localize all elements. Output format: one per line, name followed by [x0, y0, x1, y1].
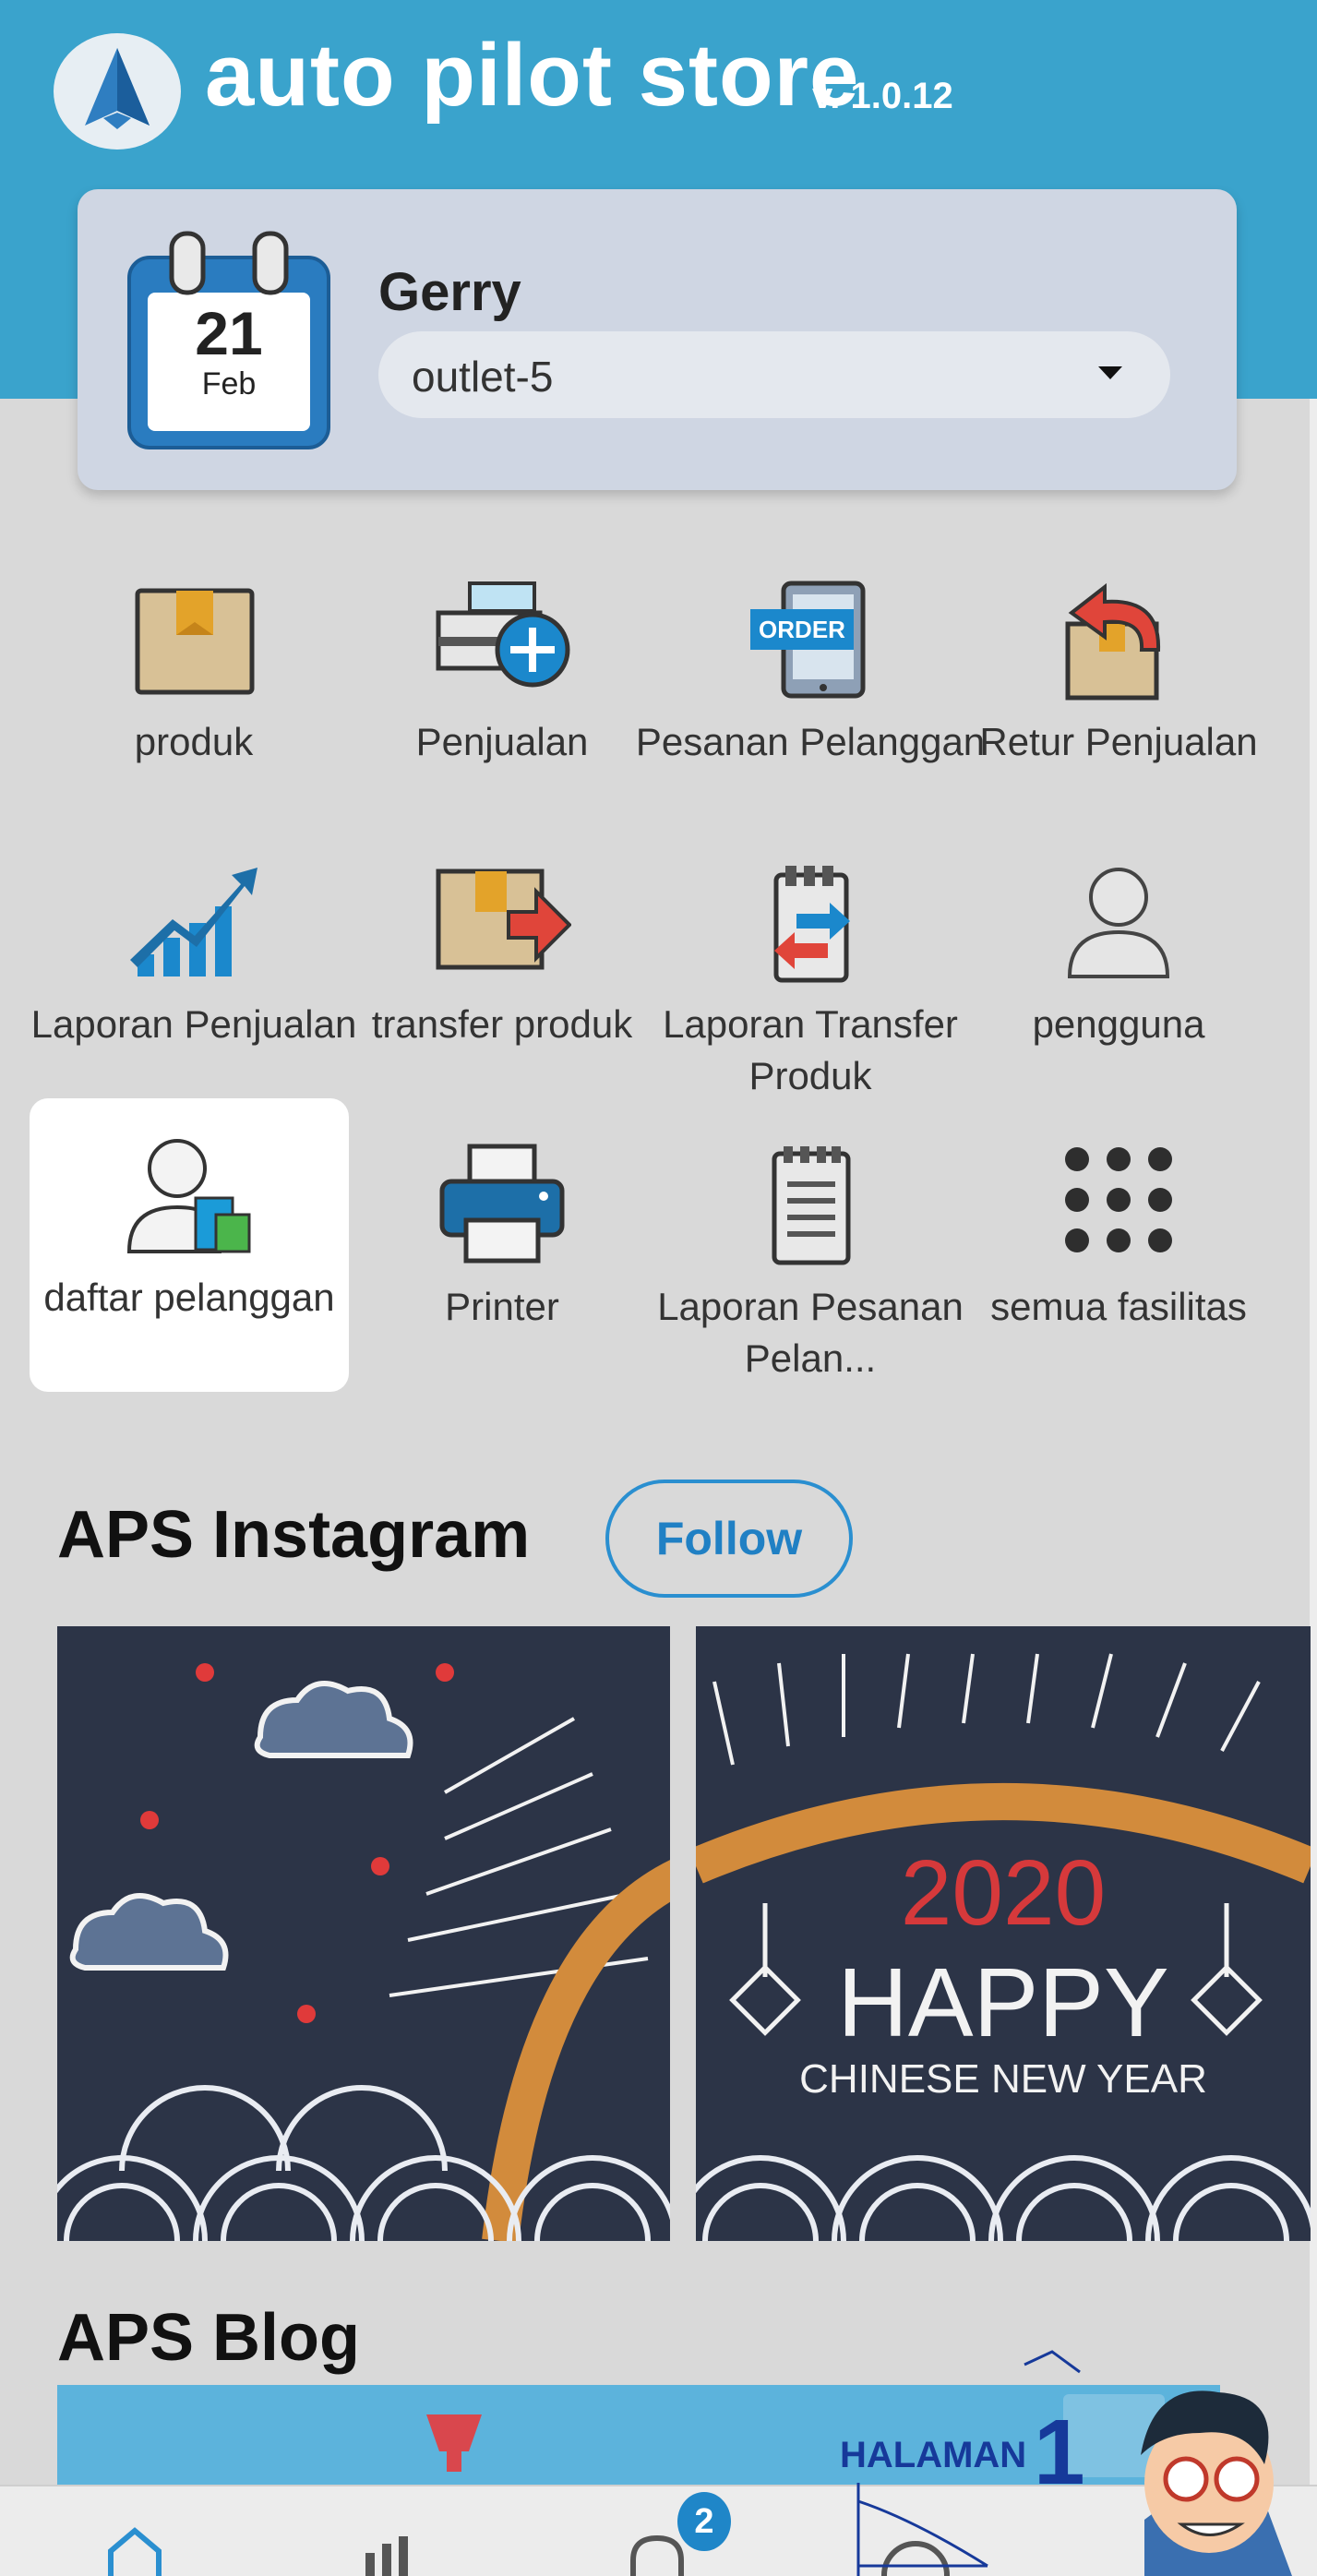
menu-item-transfer-produk[interactable]: transfer produk	[354, 845, 650, 1122]
menu-item-pesanan-pelanggan[interactable]: ORDER Pesanan Pelanggan	[636, 563, 985, 840]
menu-item-laporan-transfer-produk[interactable]: Laporan Transfer Produk	[663, 845, 958, 1122]
menu-item-laporan-penjualan[interactable]: Laporan Penjualan	[31, 845, 356, 1122]
menu-item-label: daftar pelanggan	[43, 1276, 335, 1319]
box-transfer-icon	[433, 858, 572, 984]
scroll-edge	[1310, 399, 1317, 2485]
menu-item-daftar-pelanggan[interactable]: daftar pelanggan	[30, 1098, 349, 1392]
post-year-text: 2020	[900, 1841, 1107, 1945]
user-name: Gerry	[378, 262, 521, 322]
tab-home[interactable]	[83, 2485, 186, 2576]
follow-button[interactable]: Follow	[605, 1480, 853, 1598]
grid-dots-icon	[1049, 1141, 1188, 1266]
tablet-order-icon: ORDER	[741, 576, 880, 701]
watermark-number: 1	[1034, 2401, 1085, 2504]
calendar-day: 21	[195, 299, 263, 367]
cash-register-add-icon	[433, 576, 571, 701]
printer-icon	[433, 1141, 571, 1266]
post-subline-text: CHINESE NEW YEAR	[799, 2056, 1207, 2102]
svg-text:ORDER: ORDER	[759, 616, 845, 643]
menu-item-label: Pesanan Pelanggan	[635, 720, 986, 763]
outlet-selected-value: outlet-5	[412, 353, 554, 401]
blog-section-title: APS Blog	[57, 2301, 361, 2375]
menu-item-label: Laporan Pesanan Pelan...	[657, 1285, 964, 1380]
calendar-month: Feb	[201, 366, 257, 401]
menu-item-printer[interactable]: Printer	[354, 1128, 650, 1405]
box-return-icon	[1049, 576, 1188, 701]
customer-shopping-icon	[120, 1133, 258, 1259]
menu-item-label: produk	[134, 720, 254, 763]
watermark-text: HALAMAN	[840, 2435, 1027, 2475]
app-logo-icon	[54, 33, 181, 150]
user-icon	[1049, 858, 1188, 984]
menu-item-penjualan[interactable]: Penjualan	[354, 563, 650, 840]
outlet-select[interactable]: outlet-5	[378, 331, 1170, 418]
menu-item-label: Laporan Penjualan	[30, 1002, 357, 1046]
tab-report[interactable]	[336, 2485, 439, 2576]
menu-item-label: Laporan Transfer Produk	[663, 1002, 958, 1097]
menu-item-semua-fasilitas[interactable]: semua fasilitas	[971, 1128, 1266, 1405]
box-icon	[125, 576, 263, 701]
instagram-post[interactable]: 2020 HAPPY CHINESE NEW YEAR	[696, 1626, 1311, 2241]
growth-chart-icon	[125, 858, 263, 984]
clipboard-transfer-icon	[741, 858, 880, 984]
notification-badge: 2	[677, 2492, 731, 2551]
menu-item-label: Printer	[445, 1285, 559, 1328]
menu-item-label: semua fasilitas	[990, 1285, 1247, 1328]
user-card: 21 Feb Gerry outlet-5	[78, 189, 1237, 490]
menu-item-laporan-pesanan-pelanggan[interactable]: Laporan Pesanan Pelan...	[657, 1128, 964, 1405]
clouds-illustration-icon	[57, 1626, 670, 2241]
instagram-post[interactable]	[57, 1626, 670, 2241]
instagram-section-title: APS Instagram	[57, 1498, 531, 1572]
menu-item-label: Penjualan	[415, 720, 589, 763]
menu-item-retur-penjualan[interactable]: Retur Penjualan	[971, 563, 1266, 840]
menu-item-label: pengguna	[1032, 1002, 1205, 1046]
menu-item-produk[interactable]: produk	[46, 563, 341, 840]
teacher-cartoon-icon	[1141, 2390, 1292, 2576]
menu-item-label: Retur Penjualan	[979, 720, 1258, 763]
app-title: auto pilot store	[205, 26, 860, 125]
post-headline-text: HAPPY	[837, 1948, 1169, 2057]
chevron-down-icon	[1098, 366, 1122, 379]
calendar-icon: 21 Feb	[126, 228, 332, 453]
menu-item-label: transfer produk	[371, 1002, 633, 1046]
menu-item-pengguna[interactable]: pengguna	[971, 845, 1266, 1122]
app-version: v. 1.0.12	[812, 76, 953, 116]
notepad-icon	[741, 1141, 880, 1266]
